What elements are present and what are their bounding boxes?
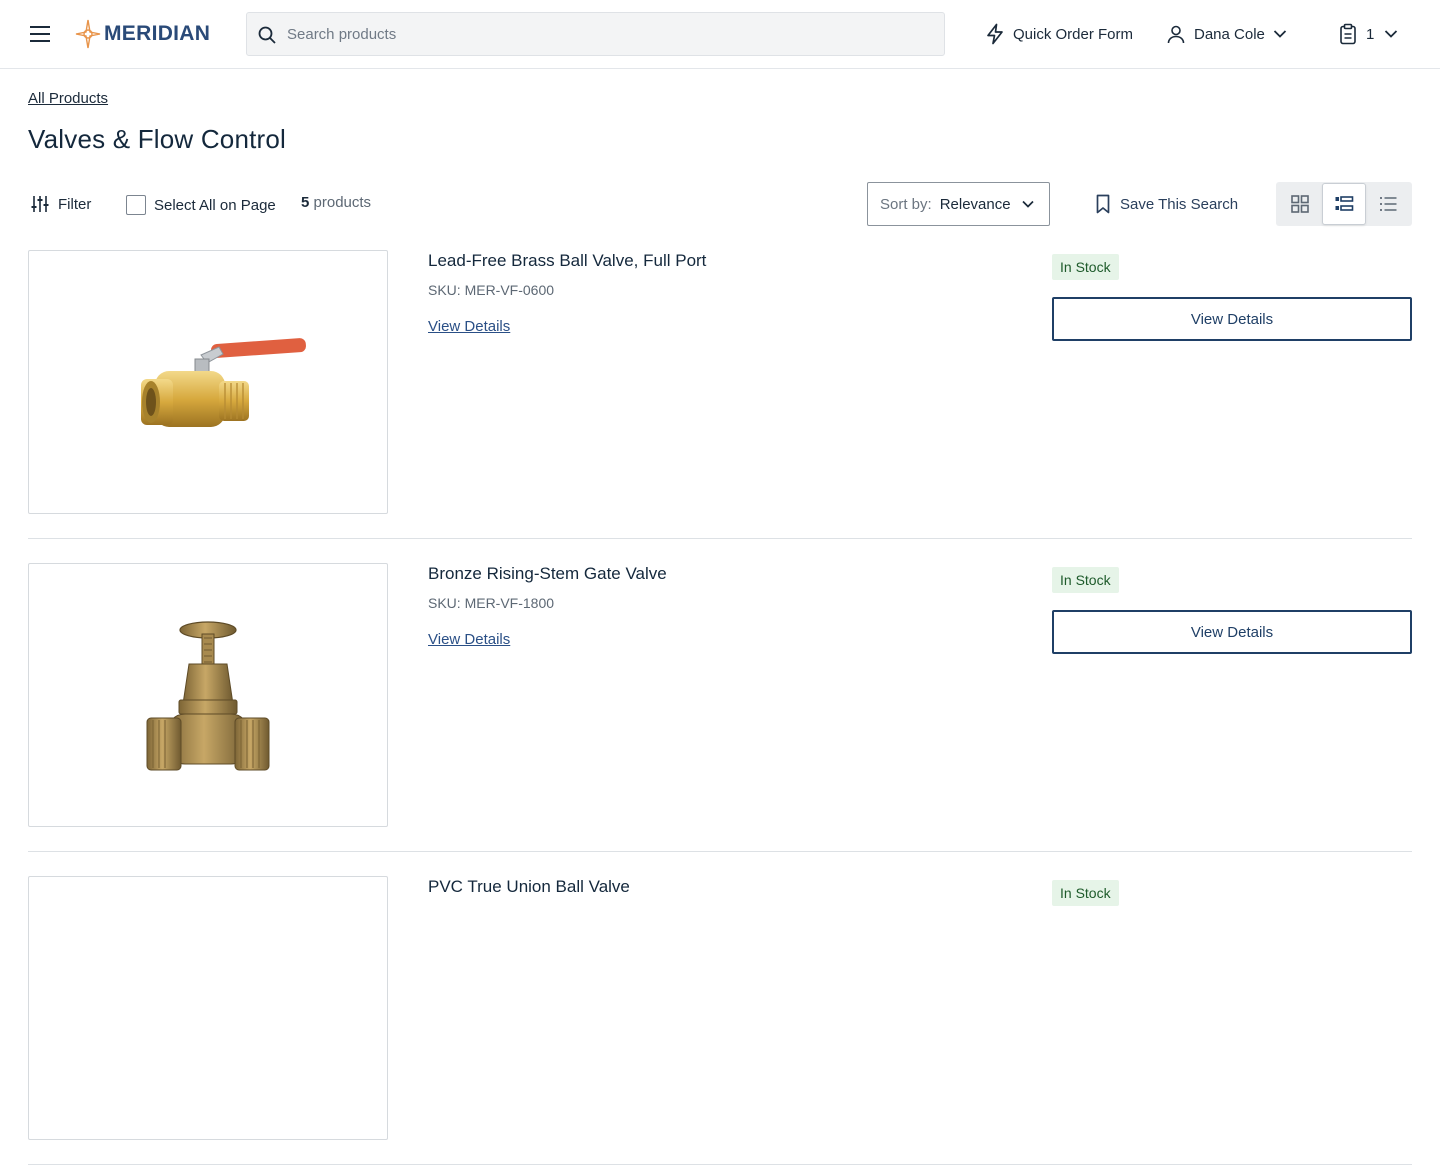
search-input[interactable]	[287, 13, 927, 55]
product-image[interactable]	[28, 563, 388, 827]
search-bar[interactable]	[246, 12, 945, 56]
stock-badge: In Stock	[1052, 880, 1119, 906]
brand-logo[interactable]: MERIDIAN	[74, 16, 210, 52]
product-image[interactable]	[28, 250, 388, 514]
list-icon	[1380, 197, 1397, 211]
product-name[interactable]: PVC True Union Ball Valve	[428, 877, 630, 897]
bronze-gate-valve-image	[146, 621, 270, 771]
chevron-down-icon	[1273, 30, 1287, 38]
product-count-suffix: products	[313, 194, 372, 211]
view-details-button[interactable]: View Details	[1052, 297, 1412, 341]
chevron-down-icon	[1022, 200, 1034, 208]
user-menu[interactable]: Dana Cole	[1166, 22, 1287, 46]
product-image[interactable]	[28, 876, 388, 1140]
sort-label: Sort by:	[880, 195, 932, 213]
select-all-checkbox[interactable]	[126, 195, 146, 215]
product-sku: SKU: MER-VF-1800	[428, 595, 555, 611]
page-title: Valves & Flow Control	[28, 124, 287, 154]
search-icon[interactable]	[257, 25, 277, 45]
product-sku: SKU: MER-VF-0600	[428, 282, 555, 298]
grid-view-button[interactable]	[1278, 183, 1322, 225]
select-all-label: Select All on Page	[154, 196, 276, 214]
product-count: 5 products	[301, 194, 371, 211]
filter-button[interactable]: Filter	[30, 192, 91, 216]
chevron-down-icon	[1385, 30, 1398, 38]
compass-logo-icon	[75, 19, 101, 49]
stock-badge: In Stock	[1052, 254, 1119, 280]
cart-count: 1	[1366, 25, 1375, 43]
view-details-button[interactable]: View Details	[1052, 610, 1412, 654]
product-row: PVC True Union Ball Valve In Stock	[28, 876, 1412, 1165]
lightning-icon	[987, 23, 1003, 45]
product-row: Bronze Rising-Stem Gate Valve SKU: MER-V…	[28, 563, 1412, 852]
product-name[interactable]: Lead-Free Brass Ball Valve, Full Port	[428, 251, 706, 271]
product-row: Lead-Free Brass Ball Valve, Full Port SK…	[28, 250, 1412, 539]
brass-ball-valve-image	[141, 338, 306, 427]
view-details-link[interactable]: View Details	[428, 318, 510, 335]
save-search-label: Save This Search	[1120, 195, 1239, 213]
detailed-list-view-button[interactable]	[1322, 183, 1366, 225]
filter-label: Filter	[58, 195, 92, 213]
compact-list-view-button[interactable]	[1366, 183, 1410, 225]
product-count-number: 5	[301, 194, 310, 211]
sliders-icon	[31, 196, 49, 212]
sort-value: Relevance	[939, 195, 1011, 213]
detailed-list-icon	[1335, 196, 1354, 211]
grid-icon	[1291, 195, 1309, 213]
bookmark-icon	[1096, 194, 1110, 214]
quick-order-label: Quick Order Form	[1013, 25, 1134, 43]
select-all-on-page[interactable]: Select All on Page	[126, 194, 276, 216]
quick-order-link[interactable]: Quick Order Form	[985, 22, 1133, 46]
sort-dropdown[interactable]: Sort by: Relevance	[867, 182, 1050, 226]
user-name: Dana Cole	[1194, 25, 1265, 43]
user-icon	[1167, 25, 1185, 44]
clipboard-icon	[1340, 23, 1356, 45]
product-name[interactable]: Bronze Rising-Stem Gate Valve	[428, 564, 667, 584]
save-search-button[interactable]: Save This Search	[1094, 192, 1238, 216]
brand-name: MERIDIAN	[104, 22, 211, 45]
top-header: MERIDIAN Quick Order Form Dana Cole 1	[0, 0, 1440, 69]
stock-badge: In Stock	[1052, 567, 1119, 593]
order-list-menu[interactable]: 1	[1338, 22, 1398, 46]
breadcrumb-all-products[interactable]: All Products	[28, 90, 108, 107]
view-toggle	[1276, 182, 1412, 226]
menu-icon[interactable]	[28, 22, 52, 46]
view-details-link[interactable]: View Details	[428, 631, 510, 648]
